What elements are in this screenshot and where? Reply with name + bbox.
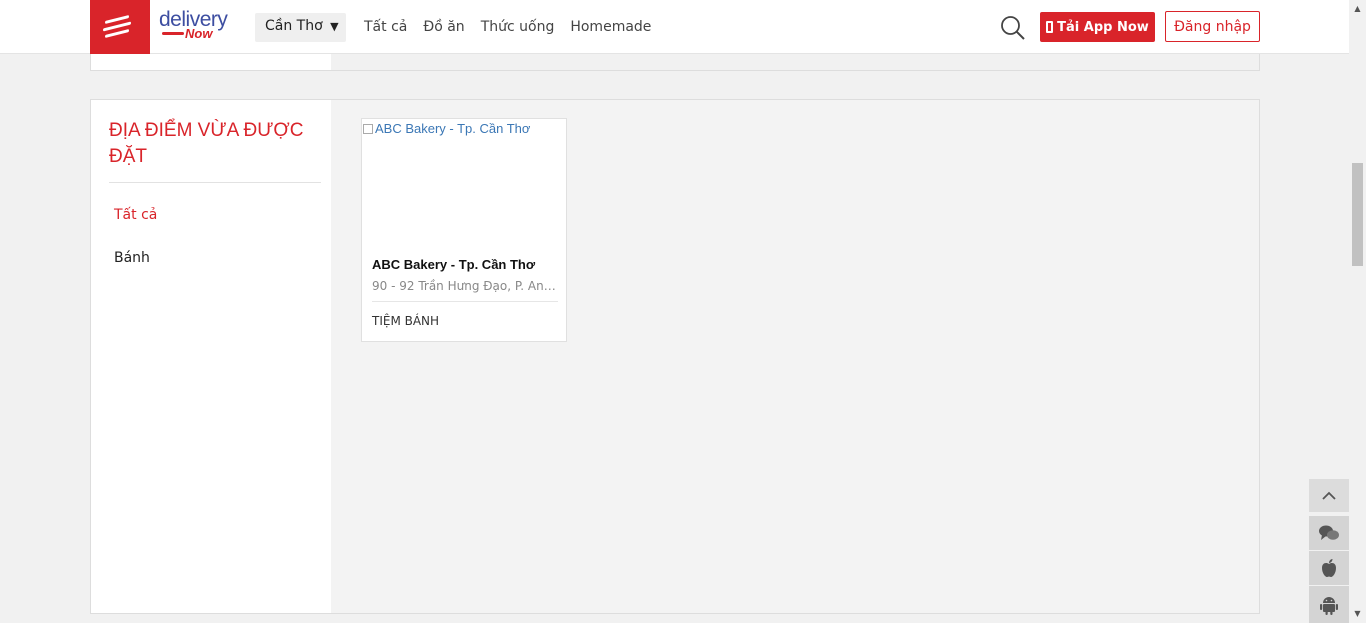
- divider: [109, 182, 321, 183]
- restaurant-name[interactable]: ABC Bakery - Tp. Cần Thơ: [372, 257, 535, 272]
- card-divider: [372, 301, 558, 302]
- scroll-up-arrow-icon[interactable]: ▲: [1351, 2, 1364, 15]
- download-app-label: Tải App Now: [1057, 19, 1149, 35]
- nav-all[interactable]: Tất cả: [364, 19, 407, 35]
- download-app-button[interactable]: Tải App Now: [1040, 12, 1155, 42]
- nav-drinks[interactable]: Thức uống: [481, 19, 555, 35]
- city-selector[interactable]: Cần Thơ ▼: [255, 13, 346, 42]
- restaurant-type: TIỆM BÁNH: [372, 314, 440, 328]
- top-header: delivery Now Cần Thơ ▼ Tất cả Đồ ăn Thức…: [0, 0, 1349, 54]
- logo-swoosh: [162, 32, 184, 35]
- nav-homemade[interactable]: Homemade: [570, 19, 651, 35]
- login-button[interactable]: Đăng nhập: [1165, 11, 1260, 42]
- main-nav: Tất cả Đồ ăn Thức uống Homemade: [364, 19, 651, 35]
- restaurant-card[interactable]: ABC Bakery - Tp. Cần Thơ ABC Bakery - Tp…: [361, 118, 567, 342]
- chevron-down-icon: ▼: [330, 20, 339, 33]
- section-title: ĐỊA ĐIỂM VỪA ĐƯỢC ĐẶT: [109, 120, 304, 167]
- scroll-down-arrow-icon[interactable]: ▼: [1351, 607, 1364, 620]
- image-alt-text: ABC Bakery - Tp. Cần Thơ: [375, 121, 531, 136]
- chat-icon: [1318, 524, 1340, 542]
- ios-app-button[interactable]: [1309, 551, 1349, 585]
- menu-logo-icon[interactable]: [90, 0, 150, 54]
- recent-orders-section: ĐỊA ĐIỂM VỪA ĐƯỢC ĐẶT Tất cả Bánh ABC Ba…: [90, 99, 1260, 614]
- scrollbar-thumb[interactable]: [1352, 163, 1363, 266]
- android-app-button[interactable]: [1309, 586, 1349, 623]
- nav-food[interactable]: Đồ ăn: [423, 19, 464, 35]
- chevron-up-icon: [1322, 491, 1336, 500]
- android-icon: [1320, 595, 1338, 615]
- category-cake[interactable]: Bánh: [114, 250, 150, 266]
- page-scrollbar[interactable]: [1349, 0, 1366, 623]
- scroll-top-button[interactable]: [1309, 479, 1349, 512]
- logo[interactable]: delivery Now: [159, 9, 228, 40]
- logo-sub-text: Now: [185, 26, 213, 41]
- restaurant-image[interactable]: ABC Bakery - Tp. Cần Thơ: [362, 119, 566, 251]
- phone-icon: [1046, 21, 1054, 33]
- restaurant-address: 90 - 92 Trần Hưng Đạo, P. An Nghiệp: [372, 279, 558, 293]
- apple-icon: [1320, 558, 1338, 578]
- category-all[interactable]: Tất cả: [114, 207, 157, 223]
- city-label: Cần Thơ: [265, 18, 323, 34]
- search-icon[interactable]: [1000, 15, 1026, 41]
- chat-button[interactable]: [1309, 516, 1349, 550]
- category-sidebar: ĐỊA ĐIỂM VỪA ĐƯỢC ĐẶT Tất cả Bánh: [91, 100, 331, 613]
- broken-image-icon: [363, 124, 373, 134]
